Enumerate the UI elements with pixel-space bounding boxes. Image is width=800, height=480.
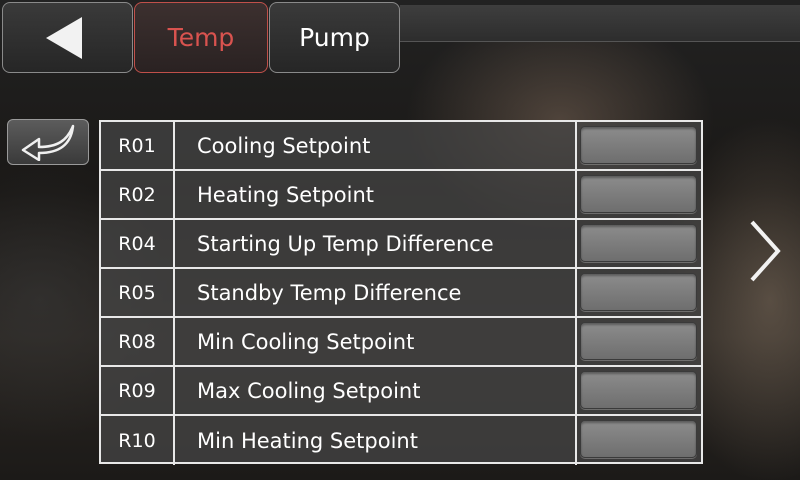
next-page-button[interactable] [742,216,790,286]
chevron-right-icon [750,220,781,282]
table-row: R01 Cooling Setpoint [101,122,701,171]
tab-pump[interactable]: Pump [269,2,400,73]
param-code: R05 [101,269,175,316]
param-code: R08 [101,318,175,365]
param-name: Starting Up Temp Difference [175,220,577,267]
tab-temp-label: Temp [167,23,235,52]
tab-temp[interactable]: Temp [134,2,268,73]
parameter-table: R01 Cooling Setpoint R02 Heating Setpoin… [99,120,703,465]
table-row: R09 Max Cooling Setpoint [101,367,701,416]
param-value-field[interactable] [580,371,697,409]
param-name: Cooling Setpoint [175,122,577,169]
return-arrow-icon [21,124,75,161]
param-value-field[interactable] [580,273,697,311]
back-button[interactable] [2,2,133,73]
param-code: R10 [101,416,175,465]
param-value-field[interactable] [580,224,697,262]
param-value-field[interactable] [580,322,697,360]
param-name: Min Heating Setpoint [175,416,577,465]
topbar-strip [400,5,800,42]
param-code: R02 [101,171,175,218]
return-button[interactable] [7,119,89,165]
param-value-field[interactable] [580,175,697,213]
table-row: R08 Min Cooling Setpoint [101,318,701,367]
table-row: R10 Min Heating Setpoint [101,416,701,465]
param-name: Heating Setpoint [175,171,577,218]
param-value-field[interactable] [580,420,697,458]
table-row: R04 Starting Up Temp Difference [101,220,701,269]
param-code: R01 [101,122,175,169]
param-name: Min Cooling Setpoint [175,318,577,365]
param-value-field[interactable] [580,126,697,164]
param-name: Max Cooling Setpoint [175,367,577,414]
triangle-left-icon [45,16,82,59]
top-navigation-bar: Temp Pump [0,0,800,78]
param-code: R09 [101,367,175,414]
screen: Temp Pump R01 Cooling Setpoint R02 Heati… [0,0,800,480]
tab-pump-label: Pump [299,23,370,52]
param-code: R04 [101,220,175,267]
table-row: R05 Standby Temp Difference [101,269,701,318]
param-name: Standby Temp Difference [175,269,577,316]
table-row: R02 Heating Setpoint [101,171,701,220]
